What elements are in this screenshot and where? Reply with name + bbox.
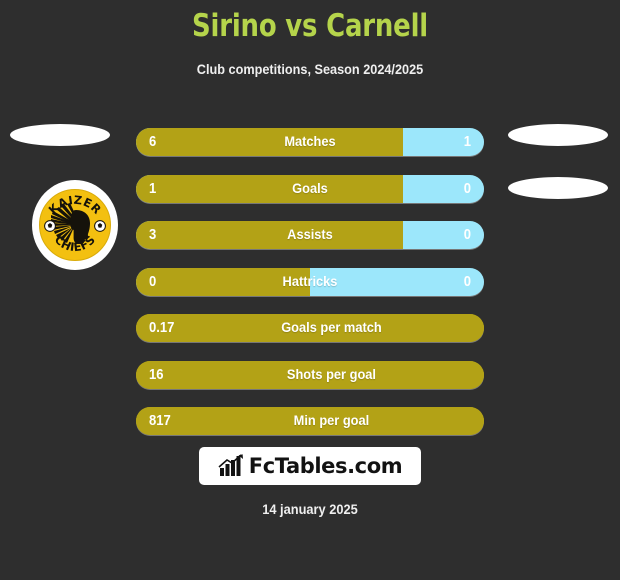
stat-row: 16 Shots per goal	[136, 360, 484, 389]
stat-label: Shots per goal	[286, 366, 376, 382]
badge-placeholder-ellipse-right-top	[508, 124, 608, 146]
stat-away-value: 1	[463, 134, 471, 150]
brand-name: FcTables.com	[248, 454, 403, 478]
stat-row: 0.17 Goals per match	[136, 314, 484, 342]
stat-row: 1 Goals 0	[136, 174, 484, 203]
page-title: Sirino vs Carnell	[192, 8, 428, 44]
stat-away-value: 0	[463, 227, 471, 243]
stat-away-value: 0	[463, 273, 471, 290]
stat-label: Assists	[287, 227, 333, 242]
home-club-badge: KAIZER CHIEFS	[32, 180, 118, 270]
stat-label: Goals per match	[281, 320, 382, 335]
kaizer-chiefs-crest-icon: KAIZER CHIEFS	[44, 193, 106, 254]
stat-label: Matches	[284, 134, 336, 149]
stat-row: 3 Assists 0	[136, 221, 484, 249]
stat-row: 0 Hattricks 0	[136, 267, 484, 296]
stat-label: Goals	[292, 180, 328, 196]
stat-label: Hattricks	[282, 273, 338, 289]
club-badge-disc: KAIZER CHIEFS	[39, 189, 111, 261]
stat-row: 6 Matches 1	[136, 128, 484, 156]
page-subtitle: Club competitions, Season 2024/2025	[196, 62, 424, 77]
stat-row: 817 Min per goal	[136, 407, 484, 435]
fctables-brand-logo[interactable]: FcTables.com	[199, 447, 421, 485]
stat-away-value: 0	[463, 180, 471, 197]
badge-placeholder-ellipse-left	[10, 124, 110, 146]
bar-chart-trending-up-icon	[218, 454, 243, 476]
soccer-ball-left-icon	[44, 220, 56, 232]
generated-date: 14 january 2025	[262, 502, 358, 517]
soccer-ball-right-icon	[94, 220, 106, 232]
badge-placeholder-ellipse-right-mid	[508, 177, 608, 199]
stat-label: Min per goal	[293, 413, 370, 428]
stat-comparison-card: Sirino vs Carnell Club competitions, Sea…	[0, 0, 620, 580]
